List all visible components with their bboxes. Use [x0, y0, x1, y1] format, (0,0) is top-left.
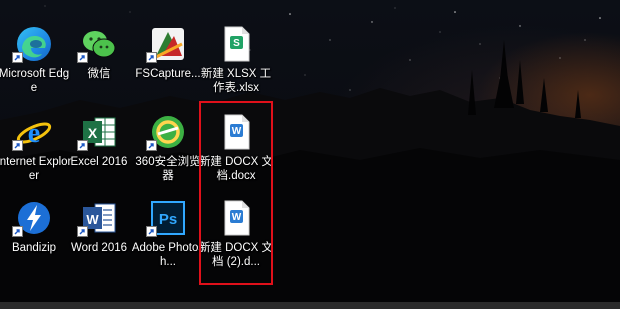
shortcut-arrow-icon [77, 140, 88, 151]
icon-label: Word 2016 [70, 242, 128, 254]
desktop-icon-adobe-photoshop[interactable]: Ps Adobe Photosh... [132, 198, 204, 280]
icon-label: 新建 XLSX 工作表.xlsx [200, 68, 272, 94]
icon-label: FSCapture... [135, 68, 201, 80]
shortcut-arrow-icon [12, 226, 23, 237]
shortcut-arrow-icon [12, 52, 23, 63]
svg-text:X: X [88, 125, 98, 141]
svg-text:W: W [86, 212, 99, 227]
xlsx-file-icon: S [216, 24, 256, 64]
taskbar [0, 302, 620, 309]
svg-text:e: e [28, 118, 40, 149]
svg-text:S: S [233, 38, 240, 49]
desktop-icon-word-2016[interactable]: W Word 2016 [65, 198, 133, 280]
desktop-icon-bandizip[interactable]: Bandizip [0, 198, 68, 280]
shortcut-arrow-icon [146, 226, 157, 237]
svg-text:Ps: Ps [159, 211, 177, 228]
desktop-icon-microsoft-edge[interactable]: Microsoft Edge [0, 24, 69, 106]
desktop: Microsoft Edge 微信 FSCapture... S 新建 XLSX… [0, 0, 620, 309]
icon-label: Adobe Photosh... [131, 242, 205, 268]
desktop-icon-wechat[interactable]: 微信 [65, 24, 133, 106]
shortcut-arrow-icon [146, 140, 157, 151]
desktop-icon-excel-2016[interactable]: X Excel 2016 [65, 112, 133, 194]
desktop-icon-new-xlsx[interactable]: S 新建 XLSX 工作表.xlsx [201, 24, 271, 106]
shortcut-arrow-icon [12, 140, 23, 151]
icon-label: Excel 2016 [70, 156, 128, 168]
icon-label: 360安全浏览器 [135, 156, 201, 182]
desktop-icon-360-browser[interactable]: 360安全浏览器 [134, 112, 202, 194]
selection-highlight-box [199, 101, 273, 285]
shortcut-arrow-icon [77, 226, 88, 237]
desktop-icon-fscapture[interactable]: FSCapture... [134, 24, 202, 106]
shortcut-arrow-icon [146, 52, 157, 63]
icon-label: 微信 [87, 68, 111, 80]
desktop-icon-internet-explorer[interactable]: e Internet Explorer [0, 112, 71, 194]
shortcut-arrow-icon [77, 52, 88, 63]
